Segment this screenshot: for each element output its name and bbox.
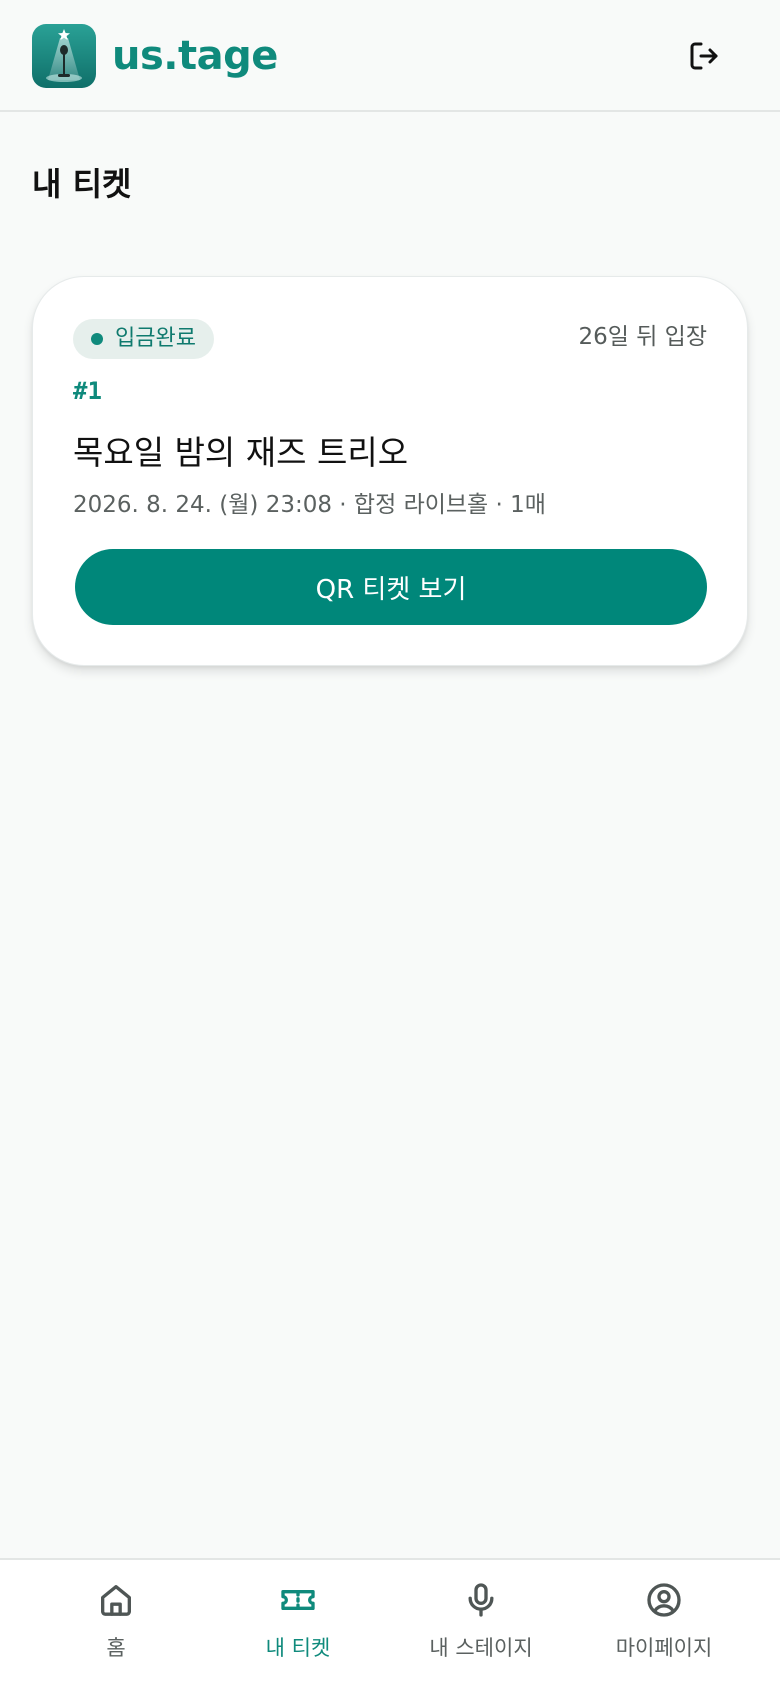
nav-item-my-stage[interactable]: 내 스테이지 (390, 1560, 572, 1688)
status-badge-label: 입금완료 (115, 326, 196, 351)
microphone-icon (461, 1580, 501, 1620)
event-title: 목요일 밤의 재즈 트리오 (73, 433, 409, 472)
nav-item-my-page[interactable]: 마이페이지 (573, 1560, 755, 1688)
nav-item-my-tickets[interactable]: 내 티켓 (207, 1560, 389, 1688)
logout-icon[interactable] (686, 38, 722, 74)
nav-label-my-stage: 내 스테이지 (429, 1636, 533, 1660)
event-details: 2026. 8. 24. (월) 23:08 · 합정 라이브홀 · 1매 (73, 492, 546, 518)
ticket-card: 입금완료 26일 뒤 입장 #1 목요일 밤의 재즈 트리오 2026. 8. … (32, 276, 748, 666)
ticket-number: #1 (73, 377, 102, 405)
bottom-navigation: 홈 내 티켓 내 스테이지 마이페이지 (0, 1558, 780, 1688)
nav-item-home[interactable]: 홈 (25, 1560, 207, 1688)
status-dot-icon (91, 333, 103, 345)
page-title: 내 티켓 (32, 165, 132, 203)
app-brand: us.tage (112, 33, 278, 79)
nav-label-home: 홈 (106, 1636, 126, 1660)
entry-countdown: 26일 뒤 입장 (578, 324, 707, 350)
spotlight-microphone-icon[interactable] (32, 24, 96, 88)
nav-label-my-tickets: 내 티켓 (265, 1636, 331, 1660)
home-icon (96, 1580, 136, 1620)
app-header: us.tage (0, 0, 780, 112)
user-circle-icon (644, 1580, 684, 1620)
view-qr-ticket-button[interactable]: QR 티켓 보기 (75, 549, 707, 625)
status-badge: 입금완료 (73, 319, 214, 359)
ticket-icon (278, 1580, 318, 1620)
nav-label-my-page: 마이페이지 (615, 1636, 713, 1660)
